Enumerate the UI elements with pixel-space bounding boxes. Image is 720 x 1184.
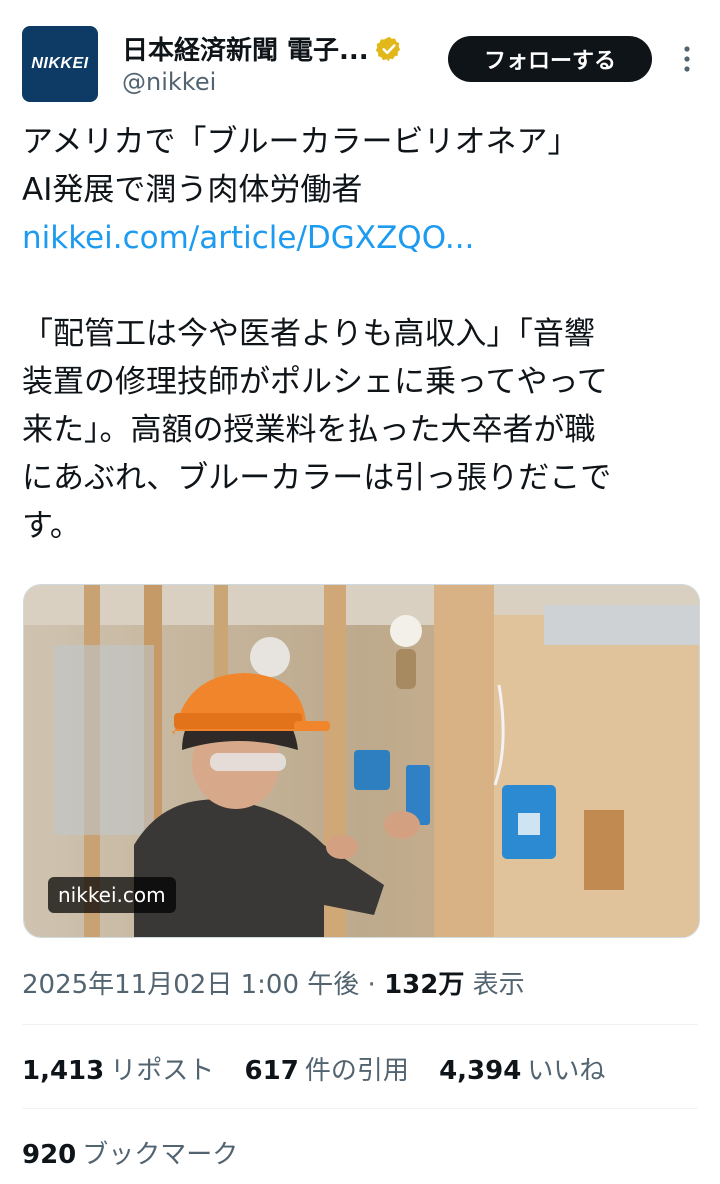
divider xyxy=(22,1108,698,1109)
bookmarks-label: ブックマーク xyxy=(82,1140,239,1170)
article-link[interactable]: nikkei.com/article/DGXZQO... xyxy=(22,214,702,262)
tweet-body-line2: 装置の修理技師がポルシェに乗ってやって xyxy=(22,364,608,400)
tweet-media-image[interactable]: nikkei.com xyxy=(23,584,700,938)
quotes-count: 617 xyxy=(244,1056,299,1086)
display-name[interactable]: 日本経済新聞 電子... xyxy=(122,30,369,67)
likes-label: いいね xyxy=(527,1056,606,1086)
tweet-text: アメリカで「ブルーカラービリオネア」 AI発展で潤う肉体労働者 nikkei.c… xyxy=(22,118,702,550)
meta-separator: · xyxy=(359,970,385,1000)
tweet-header: NIKKEI 日本経済新聞 電子... @nikkei フォローする xyxy=(22,26,698,106)
verified-badge-icon[interactable] xyxy=(375,35,403,63)
post-date[interactable]: 2025年11月02日 1:00 午後 xyxy=(22,970,359,1000)
reposts-count: 1,413 xyxy=(22,1056,105,1086)
engagement-stats: 1,413 リポスト 617 件の引用 4,394 いいね xyxy=(22,1050,627,1087)
tweet-body-line3: 来た」。高額の授業料を払った大卒者が職 xyxy=(22,412,596,448)
media-source-badge: nikkei.com xyxy=(48,877,176,913)
more-options-icon[interactable] xyxy=(682,44,692,74)
quotes-label: 件の引用 xyxy=(304,1056,409,1086)
bookmarks-count: 920 xyxy=(22,1140,77,1170)
follow-button[interactable]: フォローする xyxy=(448,36,652,82)
handle[interactable]: @nikkei xyxy=(122,68,216,96)
avatar[interactable]: NIKKEI xyxy=(22,26,98,102)
likes-stat[interactable]: 4,394 いいね xyxy=(439,1050,605,1087)
likes-count: 4,394 xyxy=(439,1056,522,1086)
tweet-body-line5: す。 xyxy=(22,508,81,544)
tweet-headline-line2: AI発展で潤う肉体労働者 xyxy=(22,172,363,208)
reposts-label: リポスト xyxy=(110,1056,215,1086)
tweet-body-line4: にあぶれ、ブルーカラーは引っ張りだこで xyxy=(22,460,612,496)
name-row: 日本経済新聞 電子... xyxy=(122,30,403,67)
tweet-body-line1: 「配管工は今や医者よりも高収入」「音響 xyxy=(22,316,595,352)
reposts-stat[interactable]: 1,413 リポスト xyxy=(22,1050,214,1087)
bookmarks-stat[interactable]: 920 ブックマーク xyxy=(22,1134,260,1171)
timestamp-row: 2025年11月02日 1:00 午後 · 132万 表示 xyxy=(22,964,525,1001)
views-count: 132万 xyxy=(384,970,465,1000)
quotes-stat[interactable]: 617 件の引用 xyxy=(245,1050,409,1087)
avatar-logo-text: NIKKEI xyxy=(31,55,89,72)
views-label: 表示 xyxy=(472,970,525,1000)
tweet-headline-line1: アメリカで「ブルーカラービリオネア」 xyxy=(22,124,579,160)
divider xyxy=(22,1024,698,1025)
